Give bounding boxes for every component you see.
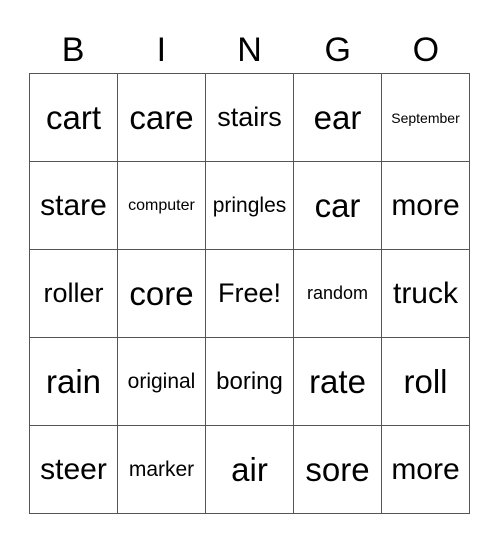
bingo-cell: September xyxy=(382,74,470,162)
bingo-cell: roller xyxy=(30,250,118,338)
bingo-cell: core xyxy=(118,250,206,338)
bingo-cell: care xyxy=(118,74,206,162)
bingo-cell: more xyxy=(382,426,470,514)
bingo-header: B I N G O xyxy=(29,28,470,72)
bingo-cell: stare xyxy=(30,162,118,250)
bingo-cell: truck xyxy=(382,250,470,338)
bingo-cell: cart xyxy=(30,74,118,162)
bingo-cell free-space: Free! xyxy=(206,250,294,338)
bingo-cell: stairs xyxy=(206,74,294,162)
header-letter-o: O xyxy=(412,31,440,69)
bingo-cell: roll xyxy=(382,338,470,426)
bingo-cell: boring xyxy=(206,338,294,426)
bingo-cell: pringles xyxy=(206,162,294,250)
bingo-cell: computer xyxy=(118,162,206,250)
bingo-cell: rain xyxy=(30,338,118,426)
bingo-cell: sore xyxy=(294,426,382,514)
header-letter-i: I xyxy=(156,31,167,69)
header-letter-b: B xyxy=(61,31,85,69)
bingo-board: cart care stairs ear September stare com… xyxy=(29,73,470,514)
bingo-cell: steer xyxy=(30,426,118,514)
bingo-cell: marker xyxy=(118,426,206,514)
bingo-cell: random xyxy=(294,250,382,338)
bingo-cell: rate xyxy=(294,338,382,426)
header-letter-n: N xyxy=(237,31,262,69)
bingo-cell: air xyxy=(206,426,294,514)
bingo-cell: original xyxy=(118,338,206,426)
bingo-cell: more xyxy=(382,162,470,250)
bingo-cell: car xyxy=(294,162,382,250)
bingo-cell: ear xyxy=(294,74,382,162)
header-letter-g: G xyxy=(324,31,351,69)
